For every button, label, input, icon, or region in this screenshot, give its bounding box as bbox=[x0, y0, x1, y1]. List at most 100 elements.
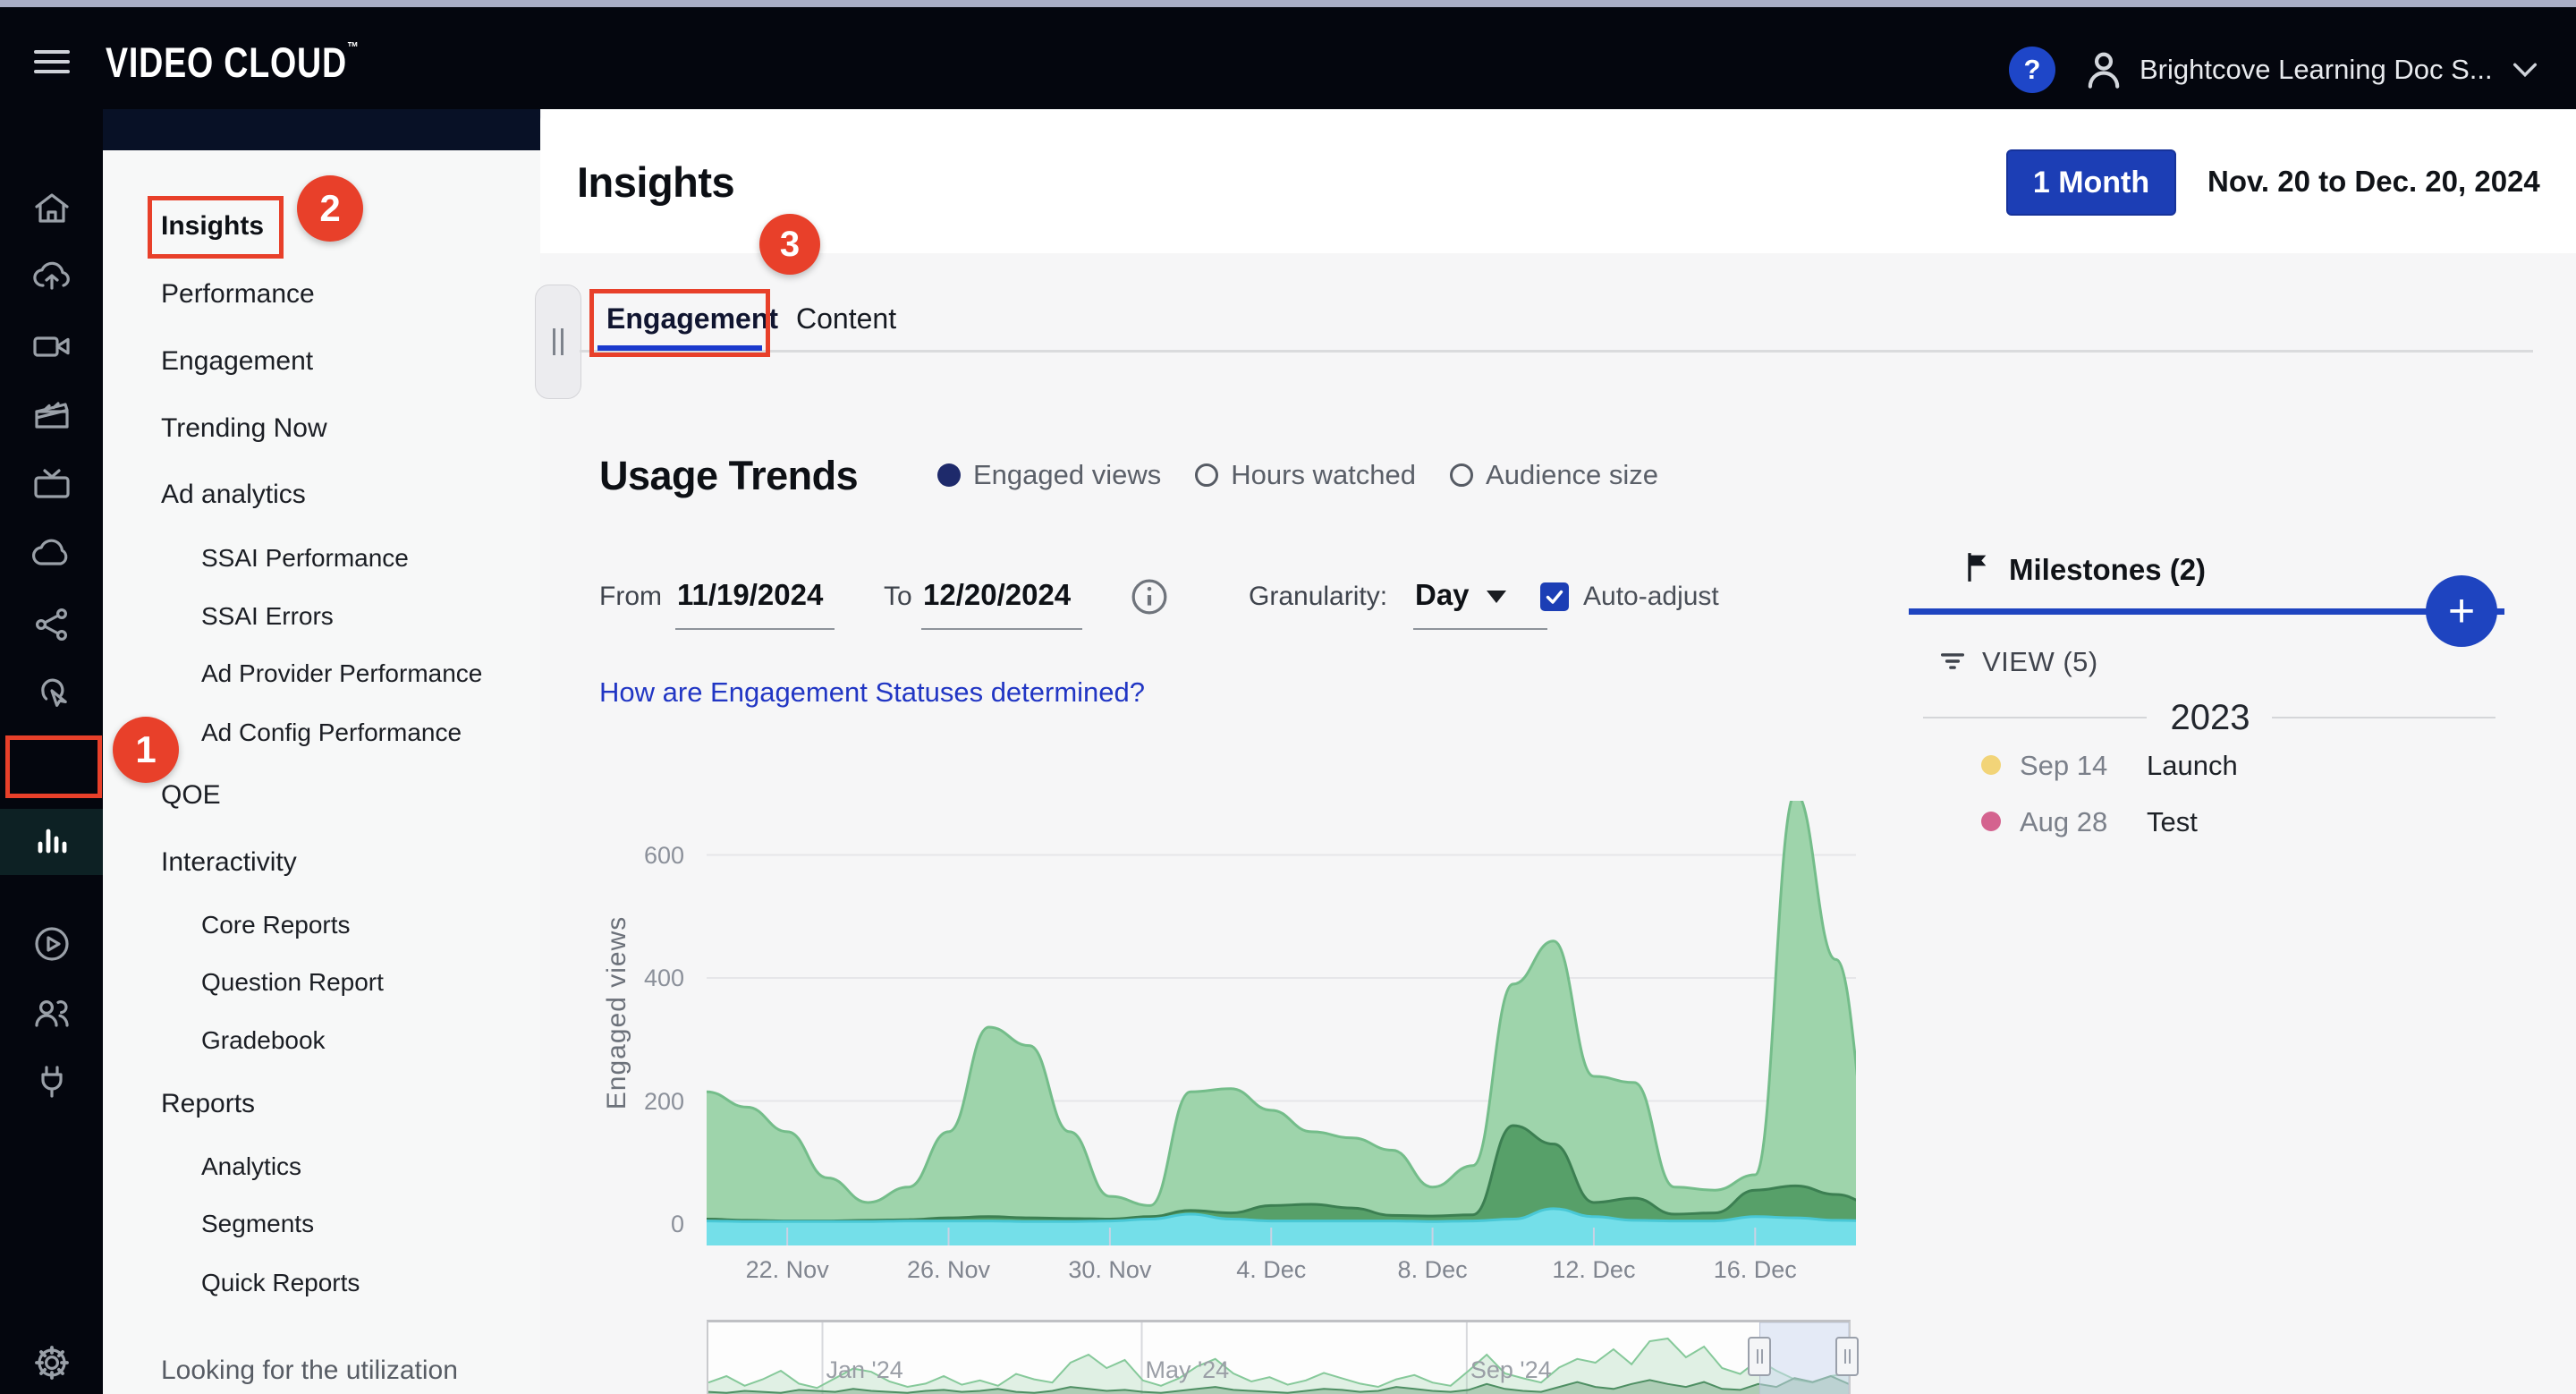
sidebar-item-gradebook[interactable]: Gradebook bbox=[201, 1023, 326, 1058]
usage-trends-title: Usage Trends bbox=[599, 453, 859, 498]
sidebar-collapse-handle[interactable] bbox=[535, 285, 581, 399]
chevron-down-icon[interactable] bbox=[2510, 59, 2540, 85]
checkmark-icon bbox=[1546, 590, 1563, 604]
y-tick-label: 600 bbox=[643, 841, 684, 869]
play-circle-icon bbox=[30, 922, 73, 970]
rail-item-integrations[interactable] bbox=[0, 1050, 103, 1117]
navigator-left-handle[interactable] bbox=[1748, 1337, 1771, 1376]
rail-item-settings[interactable] bbox=[0, 1331, 103, 1394]
x-tick-label: 8. Dec bbox=[1397, 1256, 1468, 1283]
from-date-input[interactable]: 11/19/2024 bbox=[677, 578, 823, 612]
filter-icon bbox=[1936, 646, 1970, 681]
milestones-title: Milestones (2) bbox=[2009, 553, 2207, 586]
users-icon bbox=[30, 991, 73, 1039]
sidebar-item-segments[interactable]: Segments bbox=[201, 1206, 314, 1242]
sidebar-item-ad-provider-performance[interactable]: Ad Provider Performance bbox=[201, 656, 482, 692]
sidebar-item-interactivity[interactable]: Interactivity bbox=[161, 845, 297, 880]
sidebar-item-analytics[interactable]: Analytics bbox=[201, 1149, 301, 1185]
navigator-label: May '24 bbox=[1145, 1356, 1230, 1383]
sidebar-item-ad-config-performance[interactable]: Ad Config Performance bbox=[201, 715, 462, 751]
radio-engaged-views[interactable]: Engaged views bbox=[937, 459, 1161, 491]
top-strip bbox=[0, 0, 2576, 7]
x-tick-label: 12. Dec bbox=[1552, 1256, 1636, 1283]
annotation-step-3: 3 bbox=[759, 214, 820, 275]
add-milestone-button[interactable]: + bbox=[2426, 575, 2497, 647]
navigator-right-handle[interactable] bbox=[1835, 1337, 1859, 1376]
user-icon bbox=[2079, 45, 2129, 99]
annotation-box-engagement bbox=[589, 289, 770, 357]
navigator-label: Jan '24 bbox=[826, 1356, 903, 1383]
radio-unselected-icon bbox=[1450, 463, 1474, 487]
footer-line: Looking for the utilization bbox=[161, 1356, 458, 1385]
account-menu[interactable]: Brightcove Learning Doc S... bbox=[2140, 54, 2493, 86]
hamburger-menu-icon[interactable] bbox=[34, 50, 70, 77]
radio-selected-icon bbox=[937, 463, 961, 487]
sidebar-item-question-report[interactable]: Question Report bbox=[201, 965, 384, 1000]
tab-content[interactable]: Content bbox=[796, 302, 896, 336]
rail-item-share[interactable] bbox=[0, 593, 103, 659]
milestone-year: 2023 bbox=[2170, 698, 2250, 737]
rail-item-cloud[interactable] bbox=[0, 523, 103, 590]
video-cloud-logo: VIDEO CLOUD™ bbox=[106, 38, 360, 86]
tab-divider-line bbox=[580, 350, 2533, 353]
sidebar-item-qoe[interactable]: QOE bbox=[161, 778, 221, 813]
sidebar-item-core-reports[interactable]: Core Reports bbox=[201, 907, 351, 943]
engagement-statuses-link[interactable]: How are Engagement Statuses determined? bbox=[599, 676, 1145, 709]
sidebar-item-engagement[interactable]: Engagement bbox=[161, 344, 313, 379]
rail-item-upload[interactable] bbox=[0, 246, 103, 312]
sidebar-item-performance[interactable]: Performance bbox=[161, 276, 315, 312]
sidebar-item-insights[interactable]: Insights bbox=[161, 208, 264, 244]
radio-hours-watched[interactable]: Hours watched bbox=[1195, 459, 1416, 491]
rail-item-analytics[interactable] bbox=[0, 809, 103, 875]
milestone-dot bbox=[1981, 755, 2001, 775]
sidebar-item-trending-now[interactable]: Trending Now bbox=[161, 411, 327, 446]
info-icon[interactable] bbox=[1129, 576, 1170, 622]
y-tick-label: 200 bbox=[643, 1087, 684, 1115]
sidebar-item-quick-reports[interactable]: Quick Reports bbox=[201, 1265, 360, 1301]
auto-adjust-checkbox[interactable] bbox=[1540, 582, 1569, 611]
rail-item-media[interactable] bbox=[0, 384, 103, 450]
auto-adjust-label: Auto-adjust bbox=[1583, 582, 1719, 611]
x-tick-label: 22. Nov bbox=[745, 1256, 829, 1283]
trademark: ™ bbox=[346, 40, 360, 55]
radio-audience-size[interactable]: Audience size bbox=[1450, 459, 1658, 491]
rail-item-tv[interactable] bbox=[0, 453, 103, 519]
rail-item-interactivity[interactable] bbox=[0, 664, 103, 730]
radio-label: Audience size bbox=[1486, 459, 1659, 490]
cloud-icon bbox=[30, 533, 73, 581]
sidebar-footer-note: Looking for the utilization report? bbox=[161, 1353, 510, 1394]
rail-item-audience[interactable] bbox=[0, 982, 103, 1048]
usage-trends-chart[interactable] bbox=[707, 801, 1856, 1248]
year-line bbox=[2272, 717, 2496, 718]
milestone-date: Sep 14 bbox=[2020, 750, 2108, 781]
rail-item-player[interactable] bbox=[0, 913, 103, 979]
y-axis-label: Engaged views bbox=[602, 915, 631, 1110]
radio-unselected-icon bbox=[1195, 463, 1219, 487]
dropdown-caret-icon[interactable] bbox=[1487, 591, 1506, 603]
granularity-select[interactable]: Day bbox=[1415, 578, 1470, 612]
sidebar-item-ssai-errors[interactable]: SSAI Errors bbox=[201, 599, 334, 634]
navigator-label: Sep '24 bbox=[1470, 1356, 1552, 1383]
sidebar-item-ssai-performance[interactable]: SSAI Performance bbox=[201, 540, 409, 576]
date-range-button[interactable]: 1 Month bbox=[2006, 149, 2176, 216]
page-title: Insights bbox=[577, 158, 735, 206]
rail-item-camera[interactable] bbox=[0, 315, 103, 381]
sidebar-item-reports[interactable]: Reports bbox=[161, 1086, 255, 1122]
x-tick-label: 4. Dec bbox=[1236, 1256, 1307, 1283]
rail-item-home[interactable] bbox=[0, 177, 103, 243]
granularity-label: Granularity: bbox=[1249, 582, 1388, 611]
help-button[interactable]: ? bbox=[2009, 47, 2055, 93]
sidebar-item-ad-analytics[interactable]: Ad analytics bbox=[161, 477, 306, 513]
app-window: VIDEO CLOUD™ ? Brightcove Learning Doc S… bbox=[0, 0, 2576, 1394]
interactivity-icon bbox=[30, 674, 73, 721]
footer-line: report? bbox=[161, 1389, 510, 1394]
milestone-label[interactable]: Test bbox=[2147, 806, 2198, 838]
video-camera-icon bbox=[30, 325, 73, 372]
milestone-view-toggle[interactable]: VIEW (5) bbox=[1982, 646, 2098, 678]
to-date-input[interactable]: 12/20/2024 bbox=[923, 578, 1071, 612]
plug-icon bbox=[30, 1060, 73, 1108]
milestone-label[interactable]: Launch bbox=[2147, 750, 2238, 782]
share-icon bbox=[30, 603, 73, 650]
x-tick-label: 16. Dec bbox=[1713, 1256, 1797, 1283]
clapperboard-icon bbox=[30, 394, 73, 441]
